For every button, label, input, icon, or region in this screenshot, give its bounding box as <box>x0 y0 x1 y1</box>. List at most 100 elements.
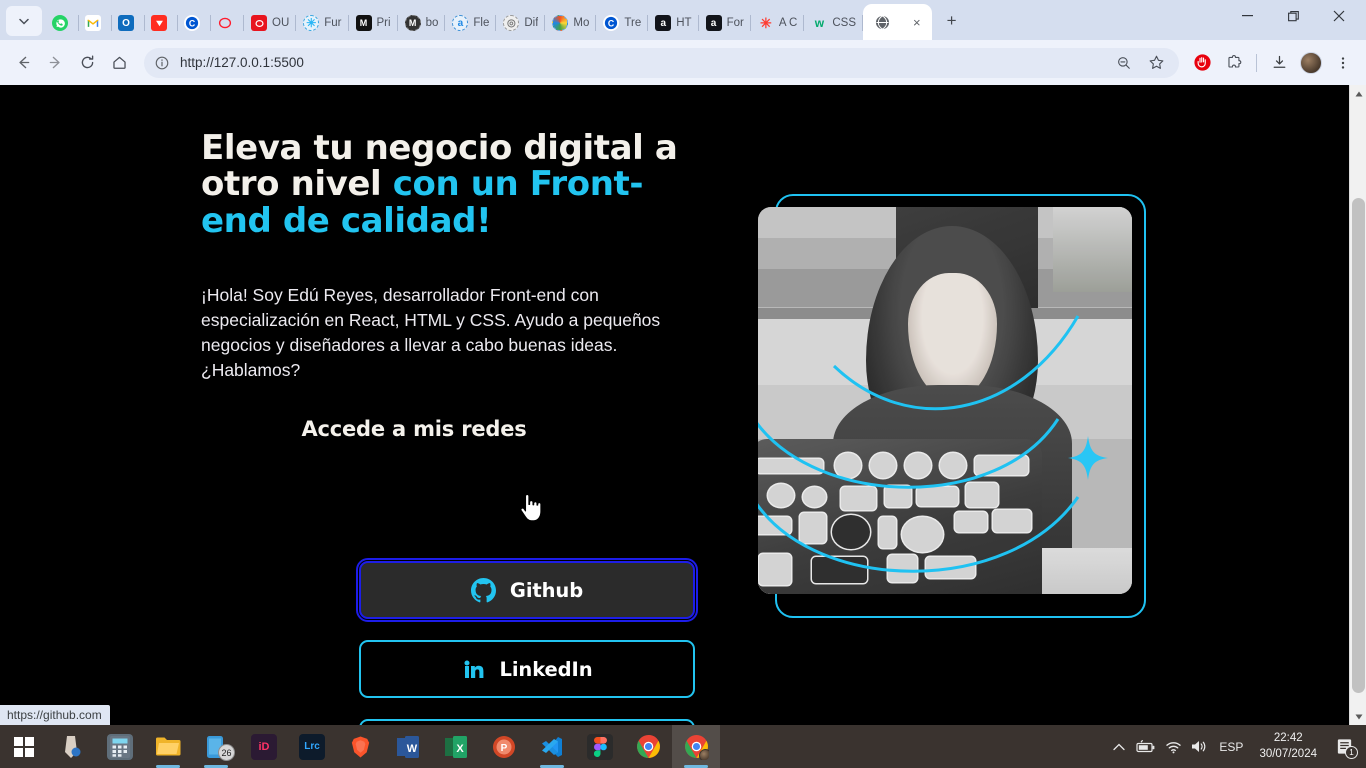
medium-icon: M <box>404 15 421 31</box>
scroll-down-arrow[interactable] <box>1350 708 1366 725</box>
tab-box[interactable]: M bo <box>398 6 446 40</box>
multicolor-icon <box>552 15 569 31</box>
volume-icon[interactable] <box>1186 725 1212 768</box>
w3schools-icon: w <box>814 16 825 30</box>
tab-for[interactable]: a For <box>699 6 751 40</box>
snipping-tool-icon <box>59 734 85 760</box>
download-icon[interactable] <box>1264 48 1294 78</box>
tab-label: Dif <box>524 17 539 29</box>
tab-dif[interactable]: ◎ Dif <box>496 6 546 40</box>
url-text[interactable]: http://127.0.0.1:5500 <box>180 55 1099 70</box>
taskbar-app-lightroom-classic[interactable]: Lrc <box>288 725 336 768</box>
developer-portrait-grayscale <box>758 207 1132 594</box>
tab-label: HT <box>676 17 692 29</box>
taskbar-app-excel[interactable]: X <box>432 725 480 768</box>
tab-label: Mo <box>573 17 590 29</box>
tab-outlook[interactable]: O <box>112 6 145 40</box>
tab-active-localhost[interactable]: × <box>863 4 932 40</box>
tab-whatsapp[interactable] <box>46 6 79 40</box>
close-window-button[interactable] <box>1316 0 1362 32</box>
taskbar-app-snipping-tool[interactable] <box>48 725 96 768</box>
page-scrollbar[interactable] <box>1349 85 1366 725</box>
svg-text:P: P <box>501 743 508 754</box>
tab-fle[interactable]: a Fle <box>445 6 497 40</box>
tab-coursera[interactable]: C <box>178 6 211 40</box>
star-icon[interactable] <box>1141 48 1171 78</box>
zoom-out-icon[interactable] <box>1109 48 1139 78</box>
wifi-icon[interactable] <box>1160 725 1186 768</box>
notification-icon[interactable]: 1 <box>1326 725 1362 768</box>
phone-link-badge: 26 <box>218 744 235 761</box>
indesign-icon: iD <box>251 733 277 760</box>
tab-pri[interactable]: M Pri <box>349 6 398 40</box>
tab-vimeo[interactable] <box>145 6 178 40</box>
scroll-up-arrow[interactable] <box>1350 85 1366 102</box>
brave-icon <box>347 734 373 760</box>
alura-a-icon: a <box>705 15 722 31</box>
tab-label: Tre <box>624 17 642 29</box>
profile-avatar-badge <box>699 748 709 760</box>
scrollbar-thumb[interactable] <box>1352 198 1365 693</box>
taskbar-app-indesign[interactable]: iD <box>240 725 288 768</box>
home-icon[interactable] <box>104 48 134 78</box>
info-circle-icon[interactable] <box>154 55 170 71</box>
minimize-button[interactable] <box>1224 0 1270 32</box>
language-indicator[interactable]: ESP <box>1212 725 1250 768</box>
svg-text:C: C <box>189 19 196 29</box>
tab-css[interactable]: w CSS <box>804 6 863 40</box>
figma-icon <box>587 733 613 760</box>
svg-text:C: C <box>608 19 615 29</box>
three-dot-menu-icon[interactable] <box>1328 48 1358 78</box>
sparkle-icon <box>1068 436 1108 480</box>
tab-fur[interactable]: ✳ Fur <box>296 6 349 40</box>
tab-opera[interactable] <box>211 6 244 40</box>
taskbar-app-chrome[interactable] <box>624 725 672 768</box>
chrome-icon <box>635 734 661 760</box>
forward-arrow-icon[interactable] <box>40 48 70 78</box>
tab-label: Fle <box>473 17 490 29</box>
tab-search-chevron-down-icon[interactable] <box>6 6 42 36</box>
tab-gmail[interactable] <box>79 6 112 40</box>
taskbar-app-file-explorer[interactable] <box>144 725 192 768</box>
adblock-stop-icon[interactable] <box>1187 48 1217 78</box>
chevron-up-icon[interactable] <box>1106 725 1132 768</box>
new-tab-button[interactable]: + <box>938 7 966 35</box>
tab-tre[interactable]: C Tre <box>596 6 649 40</box>
toolbar-divider <box>1256 53 1257 72</box>
taskbar-app-powerpoint[interactable]: P <box>480 725 528 768</box>
tab-opera-ou[interactable]: OU <box>244 6 297 40</box>
browser-toolbar: http://127.0.0.1:5500 <box>0 40 1366 85</box>
clock-time: 22:42 <box>1273 731 1303 744</box>
svg-text:W: W <box>407 743 418 755</box>
m-black-icon: M <box>355 15 372 31</box>
maximize-button[interactable] <box>1270 0 1316 32</box>
back-arrow-icon[interactable] <box>8 48 38 78</box>
tab-html[interactable]: a HT <box>648 6 699 40</box>
taskbar-app-calculator[interactable] <box>96 725 144 768</box>
alura-a-icon: a <box>655 15 672 31</box>
battery-icon[interactable] <box>1132 725 1160 768</box>
tab-label: OU <box>272 17 290 29</box>
close-icon[interactable]: × <box>910 15 924 30</box>
taskbar-app-chrome-profile[interactable] <box>672 725 720 768</box>
taskbar-app-brave[interactable] <box>336 725 384 768</box>
windows-start-icon[interactable] <box>0 725 48 768</box>
file-explorer-icon <box>155 734 181 760</box>
taskbar-app-figma[interactable] <box>576 725 624 768</box>
puzzle-piece-icon[interactable] <box>1219 48 1249 78</box>
tab-strip: O C OU ✳ Fur M Pri M bo a Fle ◎ Dif Mo C… <box>0 0 1366 40</box>
system-tray: ESP 22:42 30/07/2024 1 <box>1106 725 1366 768</box>
tab-a-c[interactable]: ✳ A C <box>751 6 805 40</box>
taskbar-clock[interactable]: 22:42 30/07/2024 <box>1250 725 1326 768</box>
avatar[interactable] <box>1296 48 1326 78</box>
reload-icon[interactable] <box>72 48 102 78</box>
taskbar-app-phone-link[interactable]: 26 <box>192 725 240 768</box>
tab-label: For <box>726 17 744 29</box>
taskbar-app-visual-studio-code[interactable] <box>528 725 576 768</box>
vimeo-icon <box>151 15 167 31</box>
tab-mo[interactable]: Mo <box>545 6 597 40</box>
status-bar-link: https://github.com <box>0 705 110 725</box>
taskbar-app-word[interactable]: W <box>384 725 432 768</box>
tab-label: bo <box>425 17 439 29</box>
address-bar[interactable]: http://127.0.0.1:5500 <box>144 47 1179 78</box>
